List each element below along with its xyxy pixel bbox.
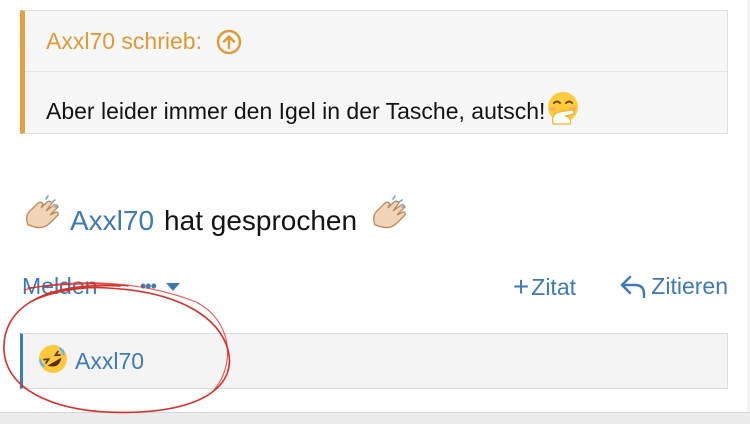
reply-quote-button[interactable]: Zitieren (619, 273, 728, 300)
reaction-user-link[interactable]: Axxl70 (75, 348, 144, 375)
mention-link[interactable]: Axxl70 (70, 205, 154, 237)
more-dots: ••• (140, 276, 157, 296)
quote-header: Axxl70 schrieb: (25, 11, 727, 72)
quote-author-label: Axxl70 schrieb: (46, 28, 202, 54)
clapping-hands-icon (367, 195, 411, 246)
quote-author-link[interactable]: Axxl70 schrieb: (46, 28, 242, 55)
post-actions: Melden ••• + Zitat Zitieren (22, 270, 728, 304)
arrow-up-circle-icon[interactable] (216, 29, 242, 55)
rolling-on-floor-laughing-icon (37, 343, 69, 380)
reply-arrow-icon (621, 275, 646, 298)
forum-post: Axxl70 schrieb: Aber leider immer den Ig… (0, 0, 750, 424)
post-text: hat gesprochen (164, 204, 358, 236)
add-to-quote-button[interactable]: + Zitat (513, 273, 576, 301)
report-link[interactable]: Melden (22, 273, 97, 300)
add-to-quote-label: Zitat (531, 273, 576, 300)
reactions-bar[interactable]: Axxl70 (20, 333, 728, 389)
post-message: Axxl70 hat gesprochen (20, 195, 411, 246)
more-actions-menu[interactable]: ••• (140, 276, 182, 297)
caret-down-icon (165, 282, 180, 291)
post-separator (0, 412, 750, 424)
clapping-hands-icon (20, 195, 64, 246)
face-with-hand-over-mouth-icon (545, 90, 581, 132)
plus-icon: + (512, 271, 530, 302)
quote-content: Aber leider immer den Igel in der Tasche… (46, 90, 581, 132)
quote-block: Axxl70 schrieb: Aber leider immer den Ig… (20, 10, 728, 134)
quote-text: Aber leider immer den Igel in der Tasche… (46, 97, 546, 124)
reply-quote-label: Zitieren (651, 273, 728, 299)
